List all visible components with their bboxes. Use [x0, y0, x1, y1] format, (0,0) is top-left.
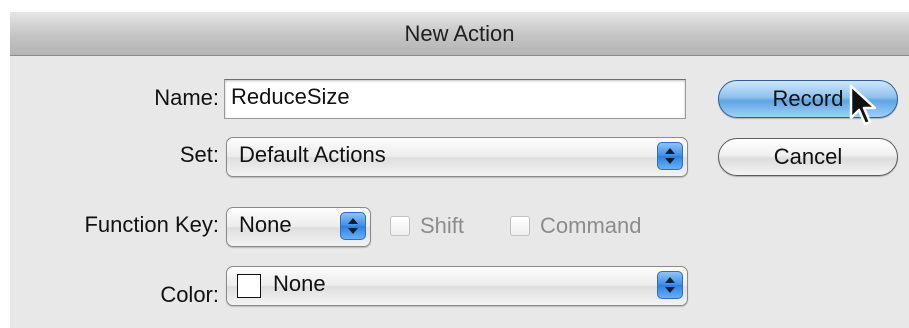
new-action-dialog: New Action Name: ReduceSize Set: Default…	[10, 12, 909, 328]
function-key-popup[interactable]: None	[226, 207, 371, 247]
updown-arrows-icon	[657, 142, 683, 170]
updown-arrows-icon	[340, 212, 366, 240]
window-title: New Action	[404, 21, 515, 46]
color-label: Color:	[160, 282, 219, 307]
record-button-label: Record	[772, 86, 844, 111]
color-swatch	[237, 274, 261, 298]
shift-checkbox-box[interactable]	[390, 216, 410, 236]
name-label: Name:	[154, 85, 219, 110]
updown-arrows-icon	[657, 271, 683, 299]
color-popup-value: None	[273, 271, 326, 296]
color-popup[interactable]: None	[226, 266, 688, 306]
cancel-button-label: Cancel	[773, 144, 843, 169]
set-popup-value: Default Actions	[239, 142, 386, 167]
function-key-label: Function Key:	[84, 212, 219, 237]
set-popup[interactable]: Default Actions	[226, 137, 688, 177]
cancel-button[interactable]: Cancel	[718, 138, 898, 176]
function-key-popup-value: None	[239, 212, 292, 237]
command-checkbox-label: Command	[540, 213, 642, 238]
title-bar[interactable]: New Action	[10, 12, 909, 56]
command-checkbox-box[interactable]	[510, 216, 530, 236]
name-field-value: ReduceSize	[231, 84, 350, 109]
set-label: Set:	[179, 142, 219, 167]
shift-checkbox-label: Shift	[420, 213, 465, 238]
name-field[interactable]: ReduceSize	[224, 79, 686, 119]
mouse-pointer-icon	[849, 84, 877, 126]
